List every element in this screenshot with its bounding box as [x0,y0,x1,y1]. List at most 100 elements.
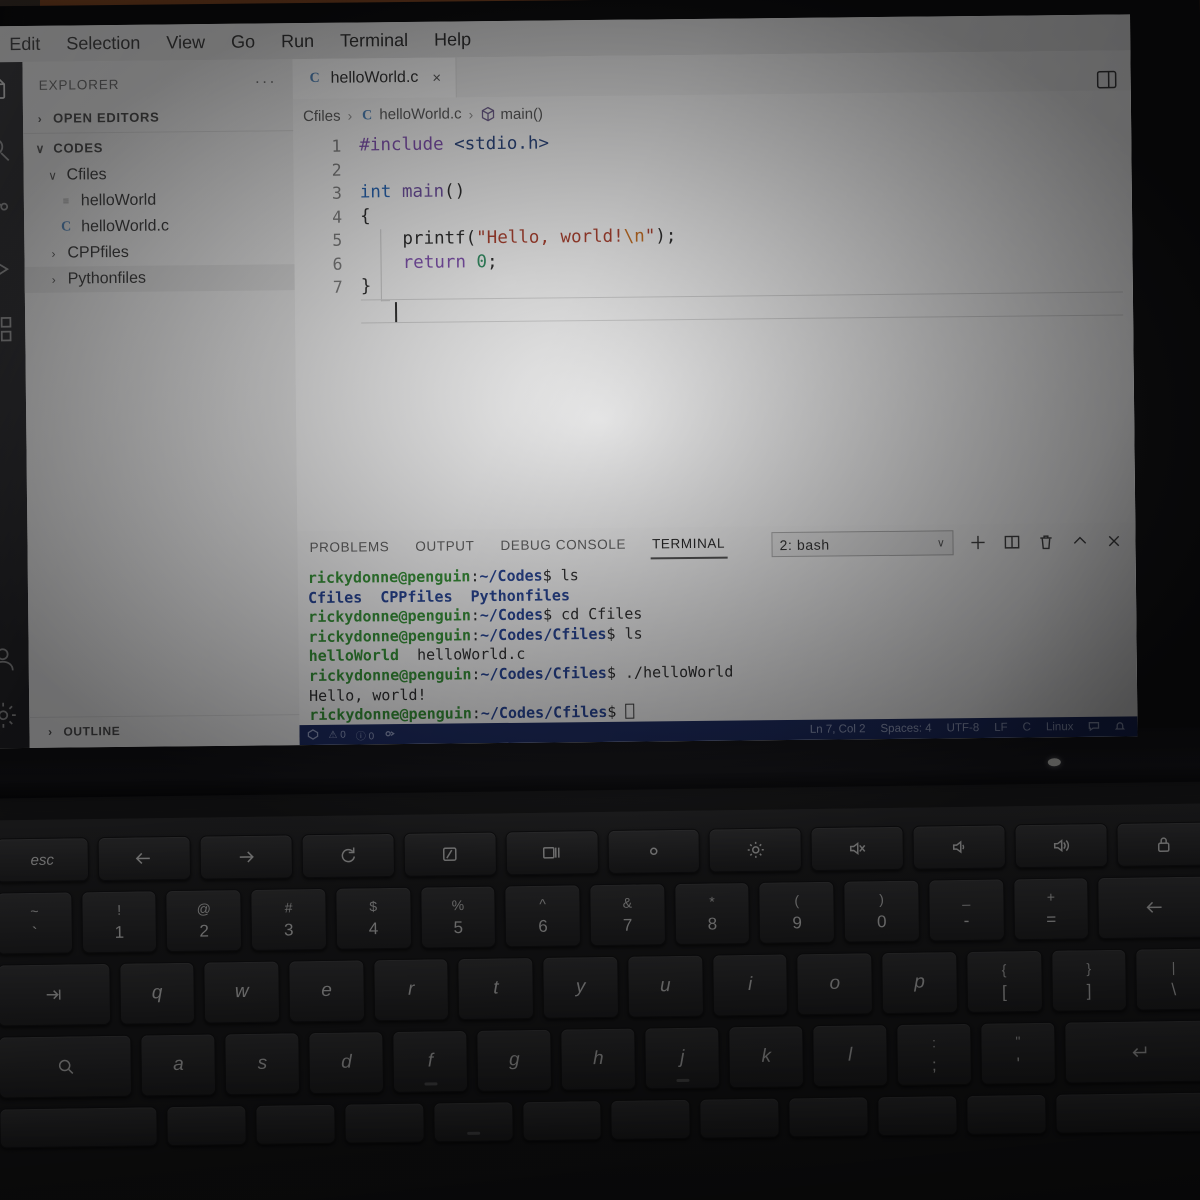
files-icon[interactable] [0,74,12,104]
outline-section[interactable]: › OUTLINE [29,714,300,748]
key-5[interactable]: % 5 [419,885,497,949]
shift-key-2[interactable] [255,1103,336,1145]
terminal-select[interactable]: 2: bash ∨ [771,530,954,558]
new-terminal-icon[interactable] [967,532,987,552]
fullscreen-key[interactable] [403,831,497,877]
key-j[interactable]: j [644,1026,721,1090]
volume-down-key[interactable] [912,824,1007,870]
overview-windows-key[interactable] [505,830,599,876]
key-o[interactable]: o [796,952,874,1016]
more-actions-icon[interactable]: ··· [255,73,277,91]
key--[interactable]: _ - [928,878,1005,942]
status-item-spaces-4[interactable]: Spaces: 4 [880,723,931,736]
menu-item-view[interactable]: View [153,29,218,55]
status-item-c[interactable]: C [1023,721,1031,733]
shift-key-1[interactable] [166,1105,247,1147]
arrow-left-key[interactable] [97,835,191,882]
backspace-key[interactable] [1097,875,1200,940]
tab-helloworld-c[interactable]: C helloWorld.c × [292,57,457,100]
shift-key-9[interactable] [877,1095,958,1137]
settings-gear-icon[interactable] [0,700,18,730]
key-3[interactable]: #3 [250,887,327,951]
key-'[interactable]: " ' [980,1021,1057,1085]
panel-tab-debug-console[interactable]: DEBUG CONSOLE [498,533,628,561]
bell-icon[interactable] [1114,720,1126,733]
shift-key-5[interactable] [521,1100,603,1142]
key-r[interactable]: r [372,958,450,1022]
search-icon[interactable] [0,134,12,164]
key-d[interactable]: d [308,1031,385,1095]
status-item-utf-8[interactable]: UTF-8 [947,722,980,734]
run-debug-icon[interactable] [0,254,14,284]
mute-key[interactable] [810,825,905,872]
key-1[interactable]: ! 1 [80,890,158,954]
key-`[interactable]: ~ ` [0,891,73,955]
key-=[interactable]: + = [1012,877,1090,941]
shift-key-0[interactable] [0,1106,158,1149]
status-item-lf[interactable]: LF [994,722,1008,734]
breadcrumb-item-main[interactable]: main() [480,105,543,123]
tree-item-pythonfiles[interactable]: › Pythonfiles [24,264,295,293]
accounts-icon[interactable] [0,644,18,674]
key-[[interactable]: {[ [965,949,1043,1013]
key-w[interactable]: w [203,960,281,1024]
kill-terminal-icon[interactable] [1035,532,1055,552]
key-e[interactable]: e [288,959,365,1023]
sidebar-section-codes[interactable]: ∨ CODES [23,130,294,163]
lock-key[interactable] [1116,821,1200,867]
status-item-ln-7-col-2[interactable]: Ln 7, Col 2 [810,723,866,736]
key-\[interactable]: | \ [1135,947,1200,1011]
status-item-linux[interactable]: Linux [1046,721,1074,733]
key-0[interactable]: ) 0 [843,879,920,943]
key-;[interactable]: :; [896,1022,973,1086]
tree-item-cfiles[interactable]: ∨ Cfiles [23,160,293,189]
panel-tab-problems[interactable]: PROBLEMS [307,535,391,563]
key-8[interactable]: * 8 [673,881,751,946]
terminal-output[interactable]: rickydonne@penguin:~/Codes$ ls Cfiles CPP… [298,554,1138,725]
extensions-icon[interactable] [0,314,14,344]
key-f[interactable]: f [392,1029,469,1093]
key-7[interactable]: & 7 [589,883,666,947]
brightness-up-key[interactable] [708,827,803,873]
menu-item-selection[interactable]: Selection [53,30,153,56]
search-key-key[interactable] [0,1034,133,1099]
key-2[interactable]: @2 [165,889,243,953]
shift-key-11[interactable] [1055,1091,1200,1134]
live-share-icon[interactable] [384,728,395,741]
key-u[interactable]: u [627,954,704,1018]
shift-key-10[interactable] [966,1093,1047,1135]
menu-item-help[interactable]: Help [421,27,484,53]
menu-item-go[interactable]: Go [218,29,268,55]
key-g[interactable]: g [476,1028,553,1092]
menu-item-run[interactable]: Run [268,28,327,54]
key-i[interactable]: i [711,953,789,1017]
brightness-down-key[interactable] [606,828,701,874]
tab-key[interactable] [0,962,111,1027]
sidebar-section-open-editors[interactable]: › OPEN EDITORS [23,101,293,133]
arrow-right-key[interactable] [199,834,293,880]
close-panel-icon[interactable] [1103,531,1123,551]
shift-key-4[interactable] [432,1101,514,1143]
tree-item-helloworld[interactable]: ≡ helloWorld [24,186,294,215]
key-t[interactable]: t [457,956,535,1021]
enter-key[interactable] [1064,1019,1200,1084]
source-control-icon[interactable] [0,194,13,224]
code-editor[interactable]: 1 #include <stdio.h> 2 3 int main() 4 {5 print… [293,122,1136,532]
breadcrumb-item-cfiles[interactable]: Cfiles [303,107,341,124]
key-y[interactable]: y [542,955,619,1019]
menu-item-edit[interactable]: Edit [0,31,53,57]
feedback-icon[interactable] [1088,720,1100,733]
key-][interactable]: }] [1050,948,1128,1012]
volume-up-key[interactable] [1014,822,1109,869]
key-9[interactable]: (9 [758,880,836,944]
key-s[interactable]: s [224,1032,301,1096]
customize-layout-icon[interactable] [1096,70,1117,89]
close-icon[interactable]: × [432,69,441,86]
shift-key-8[interactable] [788,1096,869,1138]
warning-count[interactable]: ⓘ 0 [356,727,374,742]
panel-tab-output[interactable]: OUTPUT [413,534,476,562]
key-esc[interactable]: esc [0,837,90,883]
key-h[interactable]: h [560,1027,637,1091]
panel-tab-terminal[interactable]: TERMINAL [649,531,728,560]
maximize-panel-icon[interactable] [1069,531,1089,551]
